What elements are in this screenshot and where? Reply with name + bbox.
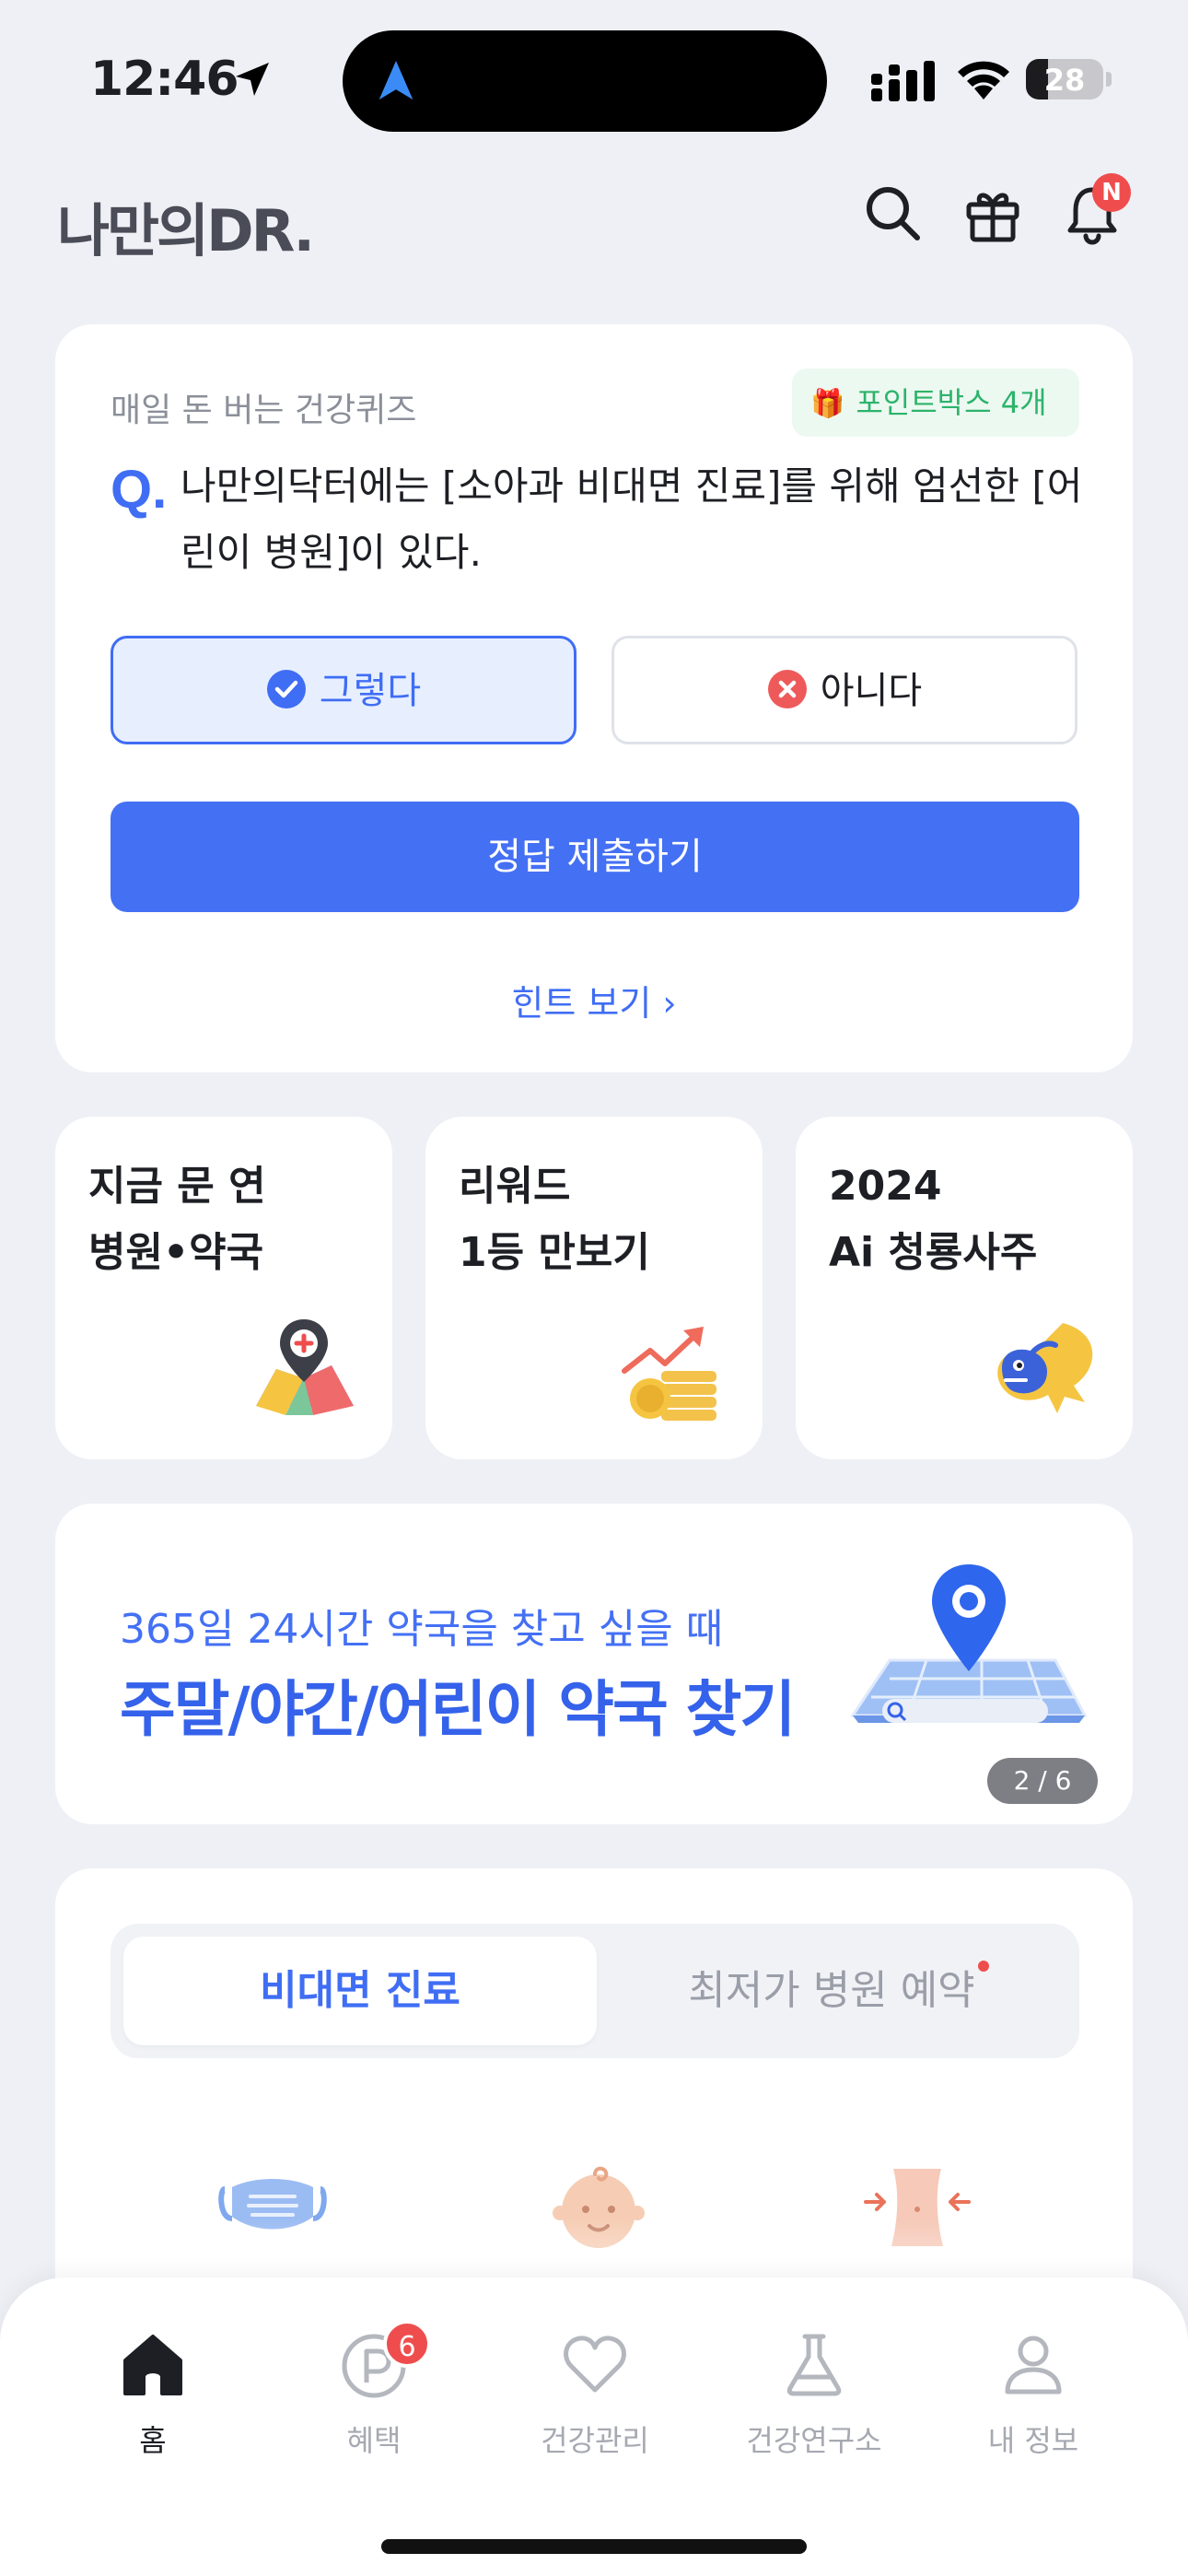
dragon-icon bbox=[997, 1323, 1093, 1413]
flask-icon bbox=[786, 2334, 842, 2396]
tab-label: 홈 bbox=[139, 2423, 167, 2458]
gift-icon[interactable] bbox=[960, 181, 1026, 247]
submit-answer-button[interactable]: 정답 제출하기 bbox=[111, 802, 1079, 912]
tile-label: 지금 문 연 병원•약국 bbox=[88, 1163, 266, 1276]
heart-icon bbox=[564, 2336, 626, 2393]
tab-my-info[interactable]: 내 정보 bbox=[932, 2329, 1135, 2495]
tab-hospital-booking[interactable]: 최저가 병원 예약 bbox=[597, 1937, 1066, 2045]
battery-level: 28 bbox=[1043, 63, 1086, 98]
map-pin-icon bbox=[256, 1319, 354, 1415]
coin-chart-icon bbox=[622, 1327, 716, 1421]
tab-label: 건강관리 bbox=[541, 2423, 649, 2458]
search-icon[interactable] bbox=[860, 181, 926, 247]
x-circle-icon bbox=[767, 669, 808, 709]
pharmacy-map-icon bbox=[850, 1564, 1088, 1723]
pointbox-label: 포인트박스 4개 bbox=[856, 385, 1047, 420]
location-arrow-icon bbox=[236, 63, 269, 96]
status-time: 12:46 bbox=[90, 52, 239, 107]
health-quiz-card: 매일 돈 버는 건강퀴즈 🎁 포인트박스 4개 Q. 나만의닥터에는 [소아과 비… bbox=[55, 324, 1133, 1072]
banner-title: 주말/야간/어린이 약국 찾기 bbox=[120, 1674, 796, 1745]
answer-yes-button[interactable]: 그렇다 bbox=[111, 636, 577, 744]
wifi-icon bbox=[958, 61, 1009, 100]
answer-no-label: 아니다 bbox=[820, 670, 923, 712]
cellular-signal-icon bbox=[871, 61, 935, 101]
navigation-icon bbox=[379, 61, 413, 100]
tab-home[interactable]: 홈 bbox=[52, 2329, 254, 2495]
answer-yes-label: 그렇다 bbox=[319, 670, 422, 712]
tile-label: 2024 Ai 청룡사주 bbox=[829, 1163, 1038, 1276]
new-dot-indicator bbox=[978, 1961, 989, 1972]
app-logo: 나만의DR. bbox=[57, 197, 315, 264]
banner-pager: 2 / 6 bbox=[987, 1758, 1098, 1804]
bottom-tab-bar: 홈 6 혜택 건강관리 건강연구소 내 정보 bbox=[0, 2277, 1188, 2576]
gift-box-icon: 🎁 bbox=[810, 388, 845, 420]
battery-indicator: 28 bbox=[1026, 59, 1112, 100]
status-bar: 12:46 28 bbox=[0, 0, 1188, 157]
pharmacy-finder-banner[interactable]: 365일 24시간 약국을 찾고 싶을 때 주말/야간/어린이 약국 찾기 2 … bbox=[55, 1504, 1133, 1824]
care-segmented-control: 비대면 진료 최저가 병원 예약 bbox=[111, 1924, 1079, 2058]
tile-open-hospitals[interactable]: 지금 문 연 병원•약국 bbox=[55, 1117, 392, 1459]
notification-badge: N bbox=[1092, 173, 1131, 212]
quiz-title: 매일 돈 버는 건강퀴즈 bbox=[111, 392, 417, 429]
question-marker: Q. bbox=[111, 460, 168, 520]
tile-label: 리워드 1등 만보기 bbox=[459, 1163, 650, 1276]
hint-link[interactable]: 힌트 보기 › bbox=[55, 975, 1133, 1025]
quiz-question: 나만의닥터에는 [소아과 비대면 진료]를 위해 엄선한 [어린이 병원]이 있… bbox=[181, 463, 1083, 575]
person-icon bbox=[1005, 2336, 1062, 2395]
tab-telemedicine[interactable]: 비대면 진료 bbox=[123, 1937, 597, 2045]
banner-subtitle: 365일 24시간 약국을 찾고 싶을 때 bbox=[120, 1606, 724, 1653]
tile-ai-saju[interactable]: 2024 Ai 청룡사주 bbox=[796, 1117, 1133, 1459]
tab-label: 내 정보 bbox=[987, 2423, 1079, 2458]
check-circle-icon bbox=[266, 669, 307, 709]
tab-label: 건강연구소 bbox=[746, 2423, 882, 2458]
benefits-badge: 6 bbox=[383, 2320, 431, 2368]
home-icon bbox=[123, 2335, 182, 2395]
home-indicator bbox=[381, 2539, 807, 2554]
tab-health[interactable]: 건강관리 bbox=[494, 2329, 696, 2495]
tab-research[interactable]: 건강연구소 bbox=[713, 2329, 915, 2495]
tab-benefits[interactable]: 6 혜택 bbox=[273, 2320, 475, 2495]
tab-label: 혜택 bbox=[346, 2423, 402, 2458]
tile-reward-pedometer[interactable]: 리워드 1등 만보기 bbox=[425, 1117, 763, 1459]
pointbox-badge[interactable]: 🎁 포인트박스 4개 bbox=[792, 369, 1079, 437]
answer-no-button[interactable]: 아니다 bbox=[611, 636, 1077, 744]
